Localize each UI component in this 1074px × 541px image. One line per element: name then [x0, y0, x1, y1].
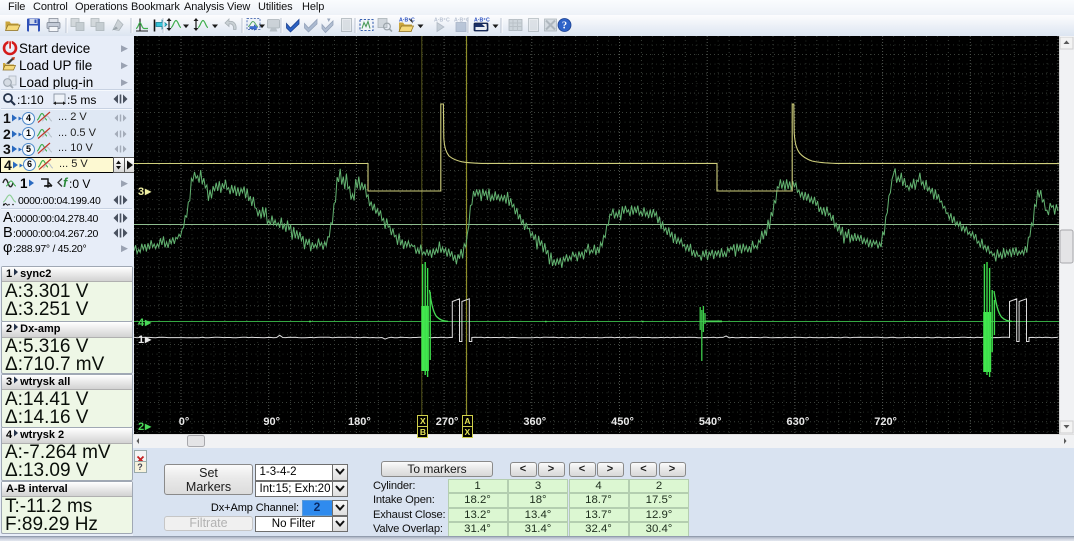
svg-text:540°: 540°	[699, 416, 722, 428]
svg-text:0°: 0°	[179, 416, 190, 428]
svg-text:2: 2	[138, 421, 144, 433]
svg-text:180°: 180°	[348, 416, 371, 428]
svg-text:A·B⁺C: A·B⁺C	[474, 18, 490, 24]
svg-text:270°: 270°	[436, 416, 459, 428]
svg-text:▶: ▶	[144, 335, 152, 344]
svg-text:▶: ▶	[144, 318, 152, 327]
svg-text:1: 1	[138, 334, 144, 346]
svg-text:3: 3	[138, 186, 144, 198]
svg-text:▶: ▶	[144, 422, 152, 431]
svg-text:?: ?	[562, 21, 567, 32]
svg-text:720°: 720°	[874, 416, 897, 428]
svg-text:360°: 360°	[523, 416, 546, 428]
svg-text:90°: 90°	[263, 416, 280, 428]
svg-text:450°: 450°	[611, 416, 634, 428]
svg-text:630°: 630°	[787, 416, 810, 428]
svg-text:A·B⁺C: A·B⁺C	[434, 18, 450, 24]
svg-text:▶: ▶	[144, 187, 152, 196]
svg-text:4: 4	[138, 317, 145, 329]
